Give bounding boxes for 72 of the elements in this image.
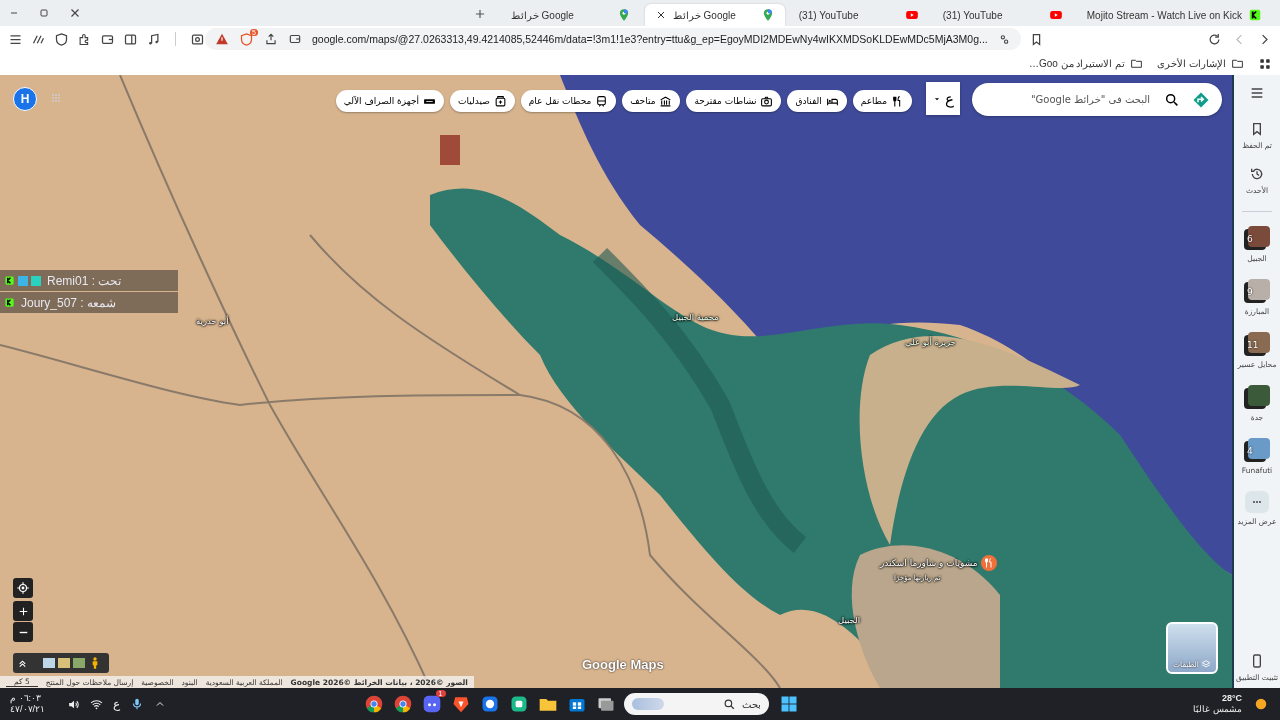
search-bar[interactable]: البحث في "خرائط Google" [972,83,1222,116]
browser-tab[interactable]: (31) YouTube [788,4,929,26]
kick-logo-icon [4,297,15,308]
map-thumbnail[interactable] [43,658,55,668]
zoom-out-button[interactable] [13,622,33,642]
user-badge-icon [31,275,41,286]
search-icon[interactable] [1164,91,1180,108]
zoom-in-button[interactable] [13,601,33,621]
play-logo-icon [1048,8,1063,22]
browser-tab[interactable]: Mojito Stream - Watch Live on Kick [1076,4,1272,26]
folder-icon [1130,57,1144,70]
transit-icon [595,94,609,108]
category-chip[interactable]: صيدليات [450,90,515,112]
expand-icon [17,657,28,669]
kick-logo-icon [1248,8,1262,22]
category-chip[interactable]: الفنادق [787,90,847,112]
layers-icon [1200,659,1211,669]
folder-icon [1231,57,1244,70]
satellite-map-drawing[interactable] [0,75,1232,688]
microphone-icon[interactable] [130,697,144,711]
category-chip[interactable]: محطات نقل عام [520,90,617,112]
chat-app-icon[interactable] [421,694,442,714]
locate-icon [16,581,30,595]
category-chip[interactable]: نشاطات مقترحة [686,90,782,112]
count-label: 6 [1247,234,1253,244]
menu-icon[interactable] [1249,85,1265,101]
maximize-icon[interactable] [38,7,50,19]
directions-icon[interactable] [1192,90,1210,109]
bookmark-folder[interactable]: الإشارات الأخرى [1157,57,1244,70]
emote-badge-icon [18,275,28,286]
wifi-icon[interactable] [90,697,103,711]
url-text: google.com/maps/@27.0263313,49.4214085,52446m/data=!3m1!1e3?entry=ttu&g_ep=EgoyMDI2MDEwNy4wIKXMDSoKLDEwMDc5MjA3M0g... [312,33,988,45]
warning-icon[interactable] [215,32,229,46]
map-type-strip[interactable] [13,653,109,673]
browser-tab[interactable]: (31) YouTube [932,4,1073,26]
browser-tab[interactable]: خرائط Google [500,4,641,26]
browser-tab[interactable]: خرائط Google [644,4,785,26]
share-icon[interactable] [264,32,278,46]
my-location-button[interactable] [13,578,33,598]
category-chip[interactable]: أجهزة الصراف الآلي [335,90,444,112]
count-label: 9 [1247,287,1253,297]
category-chip[interactable]: متاحف [622,90,681,112]
music-icon[interactable] [146,31,161,47]
language-indicator[interactable]: ع [113,697,120,711]
town-label: أبو حدرية [196,316,229,326]
search-highlight-drawing [631,698,664,710]
search-icon [722,697,736,711]
history-icon [1249,166,1265,182]
chat-message: Joury_507 : شمعه [21,295,117,310]
kick-logo-icon [4,275,15,286]
taskbar-search-field[interactable]: بحث [623,693,769,715]
bookmark-folder[interactable]: تم الاستيراد من Goo… [1028,57,1144,70]
map-thumbnail[interactable] [58,658,70,668]
shield-icon[interactable] [54,31,69,47]
museum-icon [659,94,673,108]
screenshot-icon[interactable] [190,31,205,47]
area-label: جزيرة أبو علي [905,337,956,347]
category-chip[interactable]: مطاعم [852,90,912,112]
play-logo-icon [904,8,919,22]
maps-logo: Google Maps [582,657,664,672]
language-dropdown[interactable]: ع [926,82,960,115]
pharmacy-icon [493,94,507,108]
chrome-icon[interactable] [363,694,384,714]
chat-message: Remi01 : تحت [47,273,122,288]
count-label: 11 [1247,340,1259,350]
sidebar-icon[interactable] [123,31,138,47]
clock[interactable]: ٠٦:٠٣ م ٤٧/٠٧/٢١ [10,693,45,715]
chrome-icon[interactable] [392,694,413,714]
apps-grid-icon[interactable] [1258,56,1272,71]
camera-icon [760,94,774,108]
count-label: 4 [1247,446,1253,456]
map-thumbnail[interactable] [73,658,85,668]
